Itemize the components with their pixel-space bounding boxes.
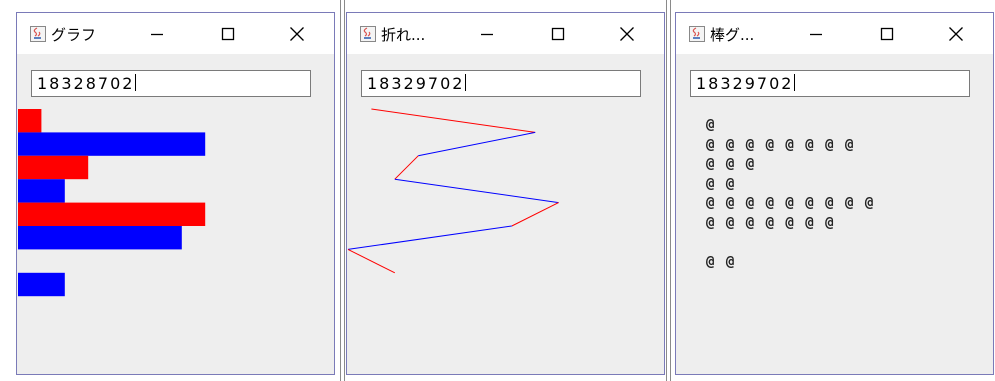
maximize-button[interactable] (874, 22, 900, 46)
line-segment (511, 202, 559, 227)
number-input[interactable]: 18329702 (690, 70, 970, 97)
title-bar[interactable]: 折れ... (347, 13, 664, 54)
close-icon (290, 27, 304, 41)
close-button[interactable] (284, 22, 310, 46)
bar-chart (18, 109, 206, 297)
line-graph-window: 折れ... 18329702 (346, 12, 665, 375)
maximize-icon (221, 27, 235, 41)
minimize-icon (151, 33, 163, 36)
bar (18, 155, 89, 180)
minimize-button[interactable] (803, 22, 829, 46)
text-bar-row: @ @ @ @ @ @ @ @ @ (706, 195, 875, 211)
minimize-button[interactable] (144, 22, 170, 46)
maximize-button[interactable] (215, 22, 241, 46)
text-bar-row (706, 233, 875, 253)
line-segment (394, 155, 419, 180)
text-bar-row: @ (706, 117, 716, 133)
title-bar[interactable]: 棒グ... (676, 13, 993, 54)
maximize-icon (551, 27, 565, 41)
window-content: 18329702 @ @ @ @ @ @ @ @ @ @ @ @ @ @ @ @ @ @… (676, 54, 993, 374)
text-bar-graph-window: 棒グ... 18329702 @ @ @ @ @ @ @ @ @ @ @ @ @ @ @… (675, 12, 994, 375)
text-caret (794, 74, 796, 91)
minimize-icon (481, 33, 493, 36)
window-content: 18328702 (17, 54, 334, 374)
line-segment (347, 225, 512, 250)
line-segment (394, 178, 559, 204)
title-bar[interactable]: グラフ (17, 13, 334, 54)
text-bar-row: @ @ (706, 175, 736, 192)
text-bar-row: @ @ @ (706, 156, 756, 172)
java-cup-icon (360, 26, 376, 42)
text-bar-row: @ @ (706, 253, 736, 270)
window-content: 18329702 (347, 54, 664, 374)
maximize-button[interactable] (545, 22, 571, 46)
line-segment (418, 131, 536, 157)
line-segment (371, 108, 536, 133)
close-button[interactable] (943, 22, 969, 46)
line-segment (347, 248, 396, 274)
java-cup-icon (30, 26, 46, 42)
bar-graph-window: グラフ 18328702 (16, 12, 335, 375)
bar (18, 109, 42, 133)
bar (18, 272, 65, 297)
bar (18, 202, 206, 226)
window-title: 棒グ... (710, 26, 755, 44)
minimize-icon (810, 33, 822, 36)
window-divider (340, 0, 341, 381)
close-icon (949, 27, 963, 41)
text-bar-row: @ @ @ @ @ @ @ (706, 214, 836, 231)
maximize-icon (880, 27, 894, 41)
window-divider (670, 0, 671, 381)
close-button[interactable] (614, 22, 640, 46)
text-bar-chart: @ @ @ @ @ @ @ @ @ @ @ @ @ @ @ @ @ @ @ @ @ @ … (706, 116, 875, 272)
bar (18, 179, 65, 203)
line-chart (347, 108, 559, 274)
minimize-button[interactable] (474, 22, 500, 46)
window-divider (666, 0, 667, 381)
number-input-value: 18329702 (696, 74, 794, 93)
window-title: グラフ (51, 26, 97, 44)
text-bar-row: @ @ @ @ @ @ @ @ (706, 136, 855, 153)
window-divider (344, 0, 345, 381)
java-cup-icon (689, 26, 705, 42)
close-icon (620, 27, 634, 41)
window-title: 折れ... (381, 26, 426, 44)
bar (18, 132, 206, 156)
bar (18, 226, 182, 250)
